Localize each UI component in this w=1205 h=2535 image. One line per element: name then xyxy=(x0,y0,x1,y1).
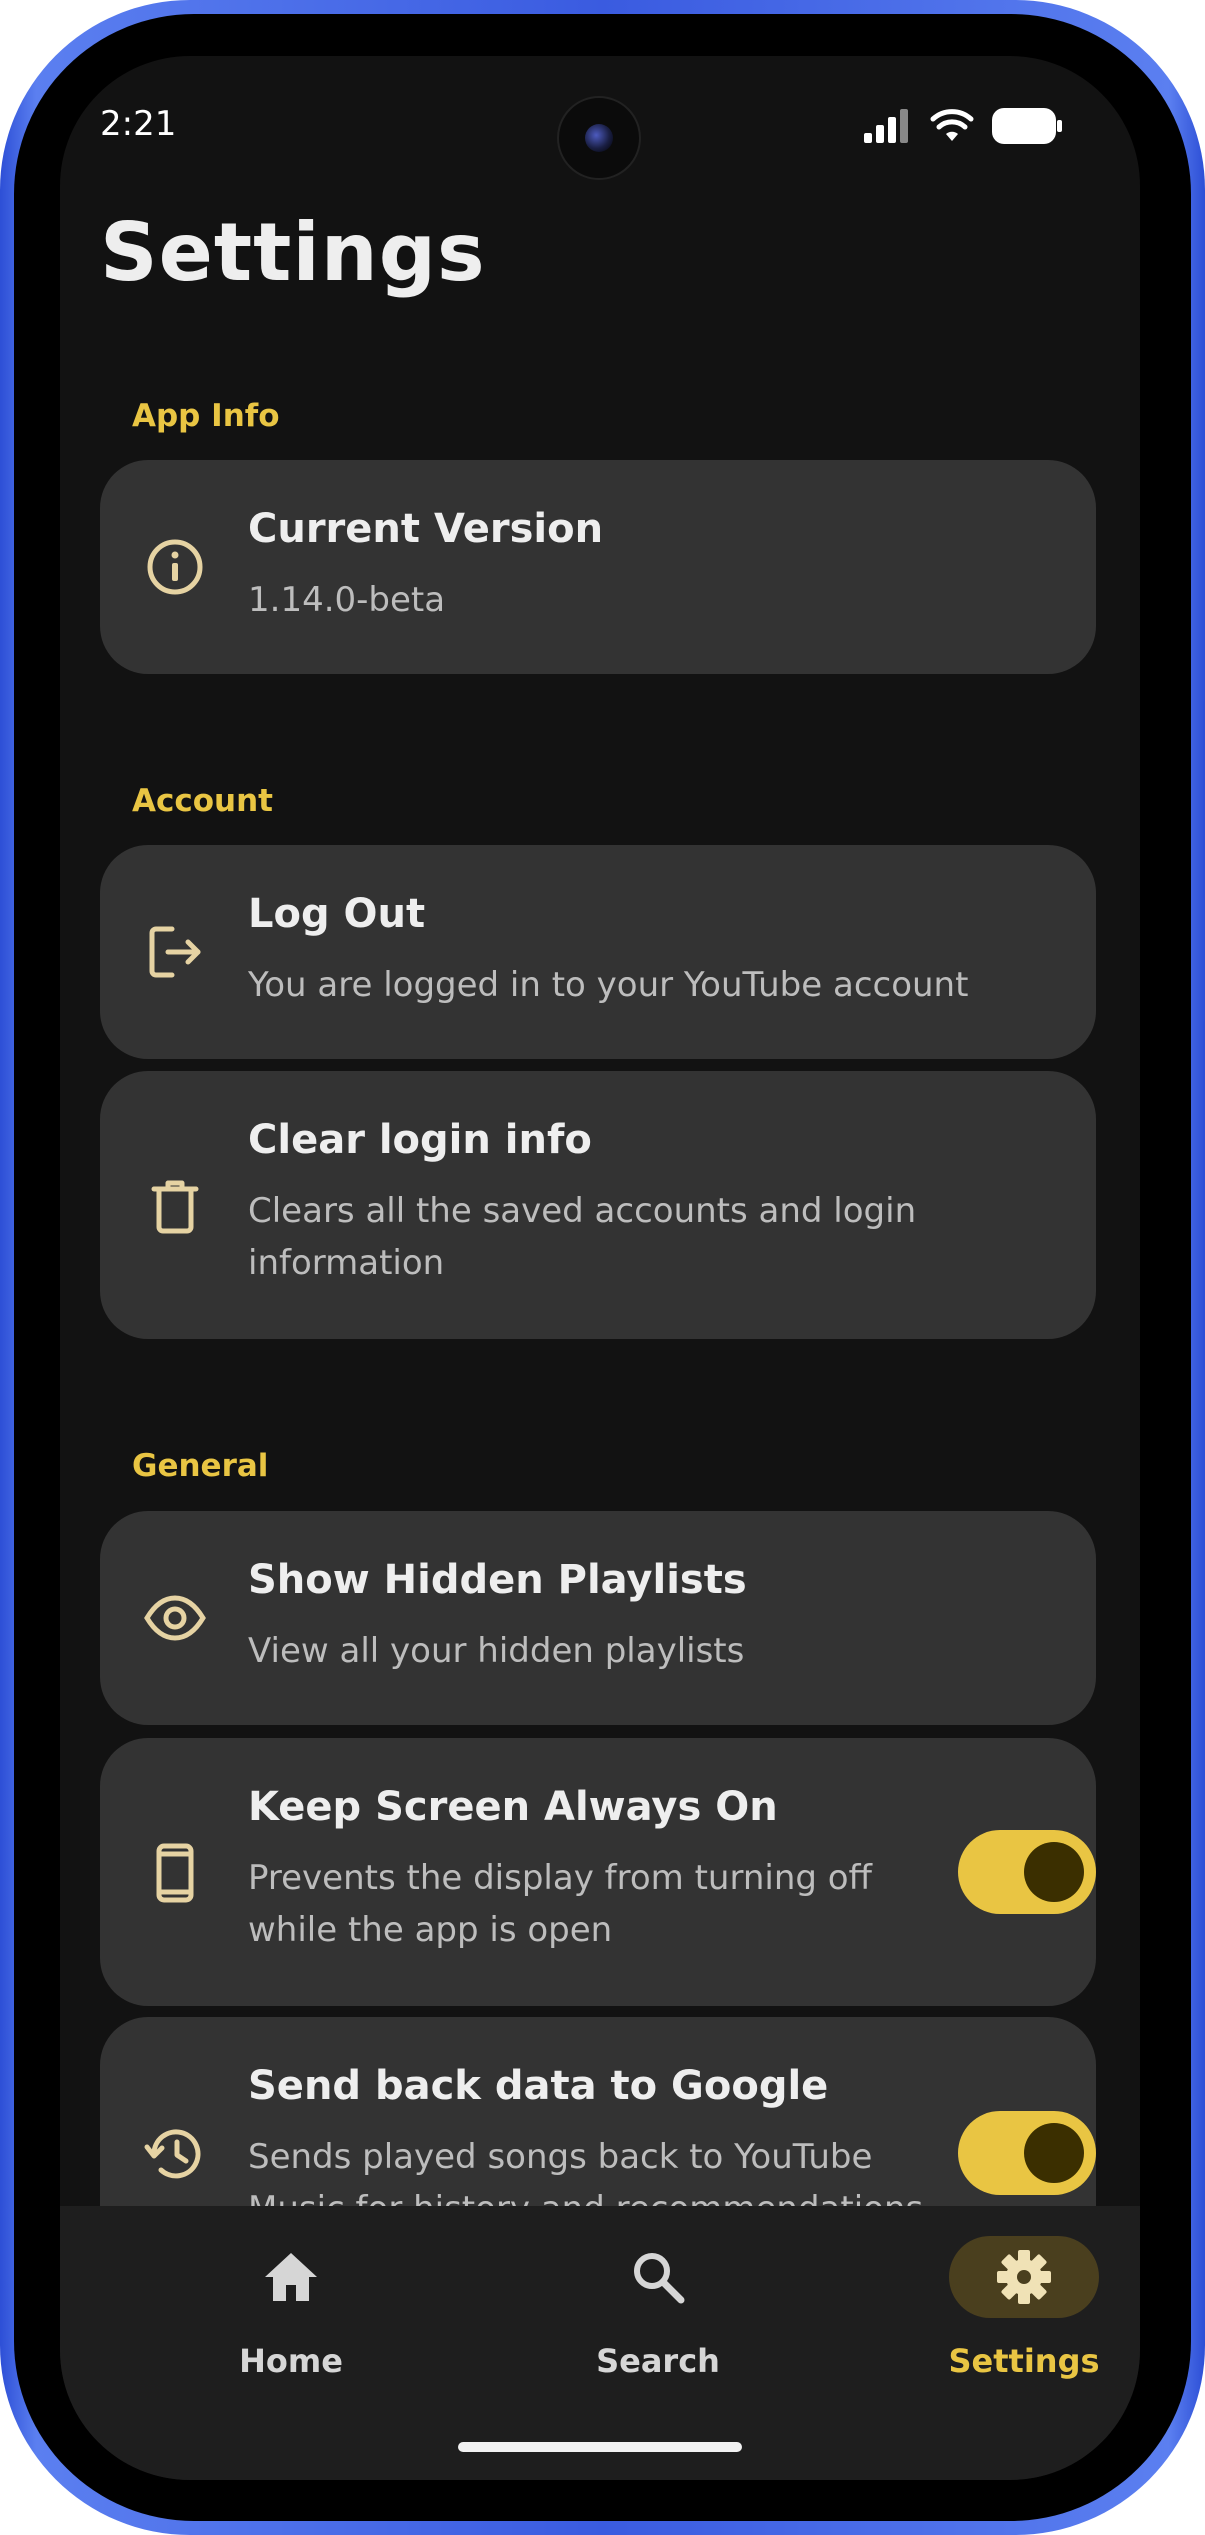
gear-icon xyxy=(997,2250,1051,2304)
hidden-playlists-title: Show Hidden Playlists xyxy=(248,1557,747,1603)
trash-icon xyxy=(151,1180,199,1234)
current-version-card[interactable]: Current Version 1.14.0-beta xyxy=(100,460,1096,674)
status-time: 2:21 xyxy=(100,104,177,144)
keep-screen-on-toggle[interactable] xyxy=(958,1830,1096,1914)
hidden-playlists-subtitle: View all your hidden playlists xyxy=(248,1631,745,1671)
clear-login-title: Clear login info xyxy=(248,1117,592,1163)
nav-settings-label: Settings xyxy=(948,2342,1100,2380)
nav-search-label: Search xyxy=(596,2342,720,2380)
toggle-knob xyxy=(1024,2123,1084,2183)
nav-settings[interactable]: Settings xyxy=(904,2236,1140,2386)
signal-icon xyxy=(864,109,908,143)
info-icon xyxy=(147,539,203,595)
front-camera xyxy=(557,96,641,180)
current-version-title: Current Version xyxy=(248,506,604,552)
history-icon xyxy=(144,2129,201,2179)
clear-login-subtitle: Clears all the saved accounts and login … xyxy=(248,1191,917,1283)
log-out-title: Log Out xyxy=(248,891,426,937)
eye-icon xyxy=(144,1595,206,1641)
send-data-toggle[interactable] xyxy=(958,2111,1096,2195)
log-out-subtitle: You are logged in to your YouTube accoun… xyxy=(248,965,969,1005)
wifi-icon xyxy=(930,109,974,141)
search-icon xyxy=(634,2253,685,2304)
home-indicator[interactable] xyxy=(458,2442,742,2452)
hidden-playlists-card[interactable]: Show Hidden Playlists View all your hidd… xyxy=(100,1511,1096,1725)
phone-frame: 2:21 Settings App Info Current Version 1… xyxy=(0,0,1205,2535)
send-data-title: Send back data to Google xyxy=(248,2063,829,2109)
status-bar: 2:21 xyxy=(60,56,1140,186)
section-label-general: General xyxy=(132,1448,269,1484)
home-icon xyxy=(265,2253,317,2301)
section-label-app-info: App Info xyxy=(132,398,280,434)
toggle-knob xyxy=(1024,1842,1084,1902)
status-icons xyxy=(864,108,1062,144)
clear-login-card[interactable]: Clear login info Clears all the saved ac… xyxy=(100,1071,1096,1339)
section-label-account: Account xyxy=(132,783,273,819)
screen: 2:21 Settings App Info Current Version 1… xyxy=(60,56,1140,2480)
keep-screen-on-card[interactable]: Keep Screen Always On Prevents the displ… xyxy=(100,1738,1096,2006)
current-version-value: 1.14.0-beta xyxy=(248,580,446,620)
keep-screen-on-subtitle: Prevents the display from turning off wh… xyxy=(248,1858,872,1950)
nav-search[interactable]: Search xyxy=(538,2236,778,2386)
battery-icon xyxy=(992,108,1062,144)
phone-icon xyxy=(156,1843,194,1903)
bottom-nav: Home Search Settings xyxy=(60,2206,1140,2480)
logout-icon xyxy=(149,926,201,978)
nav-home-label: Home xyxy=(239,2342,343,2380)
nav-home[interactable]: Home xyxy=(171,2236,411,2386)
keep-screen-on-title: Keep Screen Always On xyxy=(248,1784,778,1830)
page-title: Settings xyxy=(100,206,486,299)
log-out-card[interactable]: Log Out You are logged in to your YouTub… xyxy=(100,845,1096,1059)
